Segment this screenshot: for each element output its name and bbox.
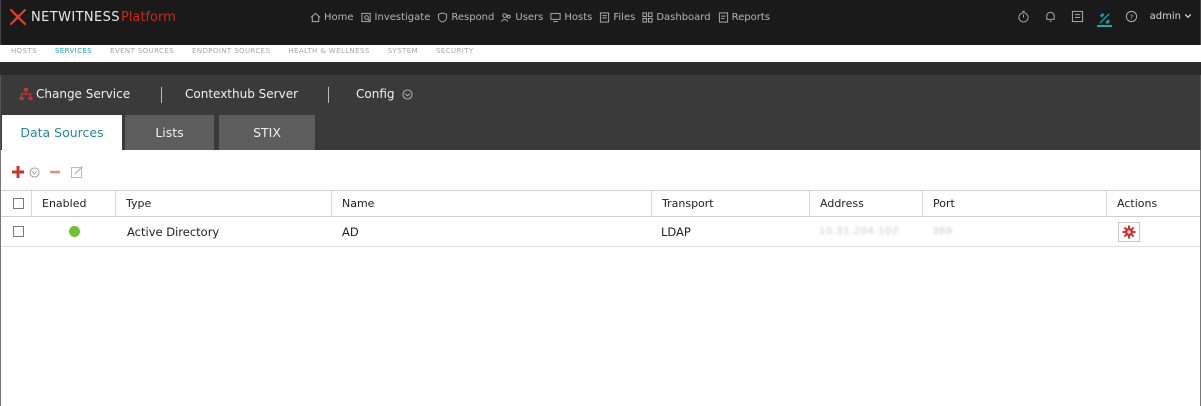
brand-name: NETWITNESS — [31, 9, 120, 25]
header-utility-icons: ? admin — [1003, 8, 1192, 27]
subnav-endpoint-sources[interactable]: ENDPOINT SOURCES — [192, 47, 270, 61]
chevron-down-icon — [1184, 13, 1192, 19]
nav-respond[interactable]: Respond — [437, 12, 494, 23]
admin-tools-icon[interactable] — [1096, 10, 1112, 27]
change-service-label: Change Service — [36, 87, 131, 101]
nav-reports-label: Reports — [731, 11, 770, 23]
column-header-name[interactable]: Name — [331, 191, 651, 216]
remove-icon[interactable] — [48, 165, 62, 179]
top-navigation-bar: NETWITNESS Platform Home Investigate Res… — [0, 0, 1201, 65]
column-header-enabled[interactable]: Enabled — [31, 191, 115, 216]
context-separator — [161, 87, 162, 103]
investigate-icon — [360, 12, 371, 22]
nav-users-label: Users — [515, 11, 544, 23]
grid-toolbar — [11, 164, 92, 180]
user-menu[interactable]: admin — [1150, 11, 1192, 22]
column-header-type[interactable]: Type — [115, 191, 331, 216]
name-cell: AD — [342, 224, 359, 239]
add-icon[interactable] — [11, 165, 25, 179]
context-separator — [328, 87, 329, 103]
column-header-port[interactable]: Port — [922, 191, 1106, 216]
subnav-hosts[interactable]: HOSTS — [11, 47, 37, 61]
nav-hosts-label: Hosts — [564, 11, 593, 23]
change-service-button[interactable]: Change Service — [19, 87, 130, 101]
column-header-actions[interactable]: Actions — [1106, 191, 1200, 216]
nav-files[interactable]: Files — [599, 12, 635, 23]
select-all-checkbox-cell[interactable] — [13, 191, 33, 216]
admin-sub-navigation: HOSTS SERVICES EVENT SOURCES ENDPOINT SO… — [1, 47, 482, 65]
brand-logo[interactable]: NETWITNESS Platform — [8, 7, 176, 27]
service-tree-icon — [19, 88, 33, 100]
server-name-label: Contexthub Server — [185, 87, 299, 101]
subnav-security[interactable]: SECURITY — [436, 47, 474, 61]
config-label: Config — [356, 87, 395, 101]
main-navigation: Home Investigate Respond Users Hosts Fil… — [310, 10, 777, 24]
nav-hosts[interactable]: Hosts — [550, 12, 592, 23]
table-row[interactable]: Active Directory AD LDAP 10.31.204.102 3… — [1, 217, 1200, 247]
files-icon — [600, 11, 610, 23]
enabled-status-dot — [69, 226, 80, 237]
service-context-bar: Change Service Contexthub Server Config — [0, 75, 1201, 115]
chevron-circle-down-icon — [401, 88, 413, 100]
nav-dashboard[interactable]: Dashboard — [642, 11, 711, 23]
gear-icon — [1122, 225, 1136, 238]
type-cell: Active Directory — [127, 224, 220, 239]
nav-users[interactable]: Users — [501, 12, 543, 23]
nav-reports[interactable]: Reports — [718, 12, 770, 23]
tab-bar: Data Sources Lists STIX — [0, 115, 1201, 150]
actions-cell — [1108, 217, 1168, 246]
timer-icon[interactable] — [1017, 10, 1030, 23]
table-header: Enabled Type Name Transport Address Port… — [1, 190, 1200, 217]
transport-cell: LDAP — [661, 224, 691, 239]
tab-lists[interactable]: Lists — [125, 115, 214, 150]
brand-product: Platform — [120, 9, 176, 25]
chevron-circle-down-icon[interactable] — [29, 166, 40, 178]
nav-investigate-label: Investigate — [374, 11, 431, 23]
column-header-address[interactable]: Address — [809, 191, 922, 216]
nav-home-label: Home — [324, 11, 354, 23]
nav-investigate[interactable]: Investigate — [360, 11, 431, 23]
select-all-checkbox[interactable] — [13, 198, 24, 209]
subnav-health-wellness[interactable]: HEALTH & WELLNESS — [288, 47, 369, 61]
tab-data-sources[interactable]: Data Sources — [2, 115, 122, 150]
nav-respond-label: Respond — [451, 11, 495, 23]
data-sources-panel: Enabled Type Name Transport Address Port… — [0, 150, 1201, 406]
subnav-event-sources[interactable]: EVENT SOURCES — [110, 47, 174, 61]
row-checkbox-cell[interactable] — [3, 217, 33, 246]
nav-dashboard-label: Dashboard — [656, 11, 711, 23]
notifications-bell-icon[interactable] — [1044, 10, 1057, 23]
edit-icon[interactable] — [70, 165, 84, 179]
netwitness-logo-icon — [9, 8, 27, 26]
subnav-system[interactable]: SYSTEM — [388, 47, 418, 61]
home-icon — [310, 12, 321, 22]
svg-text:?: ? — [1129, 12, 1133, 21]
enabled-cell — [59, 217, 99, 246]
tab-stix[interactable]: STIX — [219, 115, 315, 150]
respond-icon — [438, 11, 448, 23]
nav-home[interactable]: Home — [310, 12, 354, 23]
row-checkbox[interactable] — [13, 226, 24, 237]
config-dropdown[interactable]: Config — [356, 87, 413, 101]
header-divider — [0, 62, 1201, 75]
nav-files-label: Files — [613, 11, 636, 23]
user-name: admin — [1149, 10, 1181, 22]
port-value: 389 — [932, 226, 953, 237]
server-name: Contexthub Server — [185, 87, 298, 101]
port-cell: 389 — [922, 217, 1106, 246]
dashboard-icon — [642, 11, 653, 23]
row-actions-button[interactable] — [1118, 221, 1140, 242]
column-header-transport[interactable]: Transport — [651, 191, 809, 216]
address-value: 10.31.204.102 — [819, 226, 899, 237]
help-icon[interactable]: ? — [1125, 10, 1138, 23]
subnav-services[interactable]: SERVICES — [52, 47, 95, 65]
users-icon — [501, 12, 512, 22]
reports-icon — [718, 11, 728, 23]
hosts-icon — [550, 12, 561, 22]
address-cell: 10.31.204.102 — [809, 217, 922, 246]
jobs-list-icon[interactable] — [1071, 10, 1084, 23]
